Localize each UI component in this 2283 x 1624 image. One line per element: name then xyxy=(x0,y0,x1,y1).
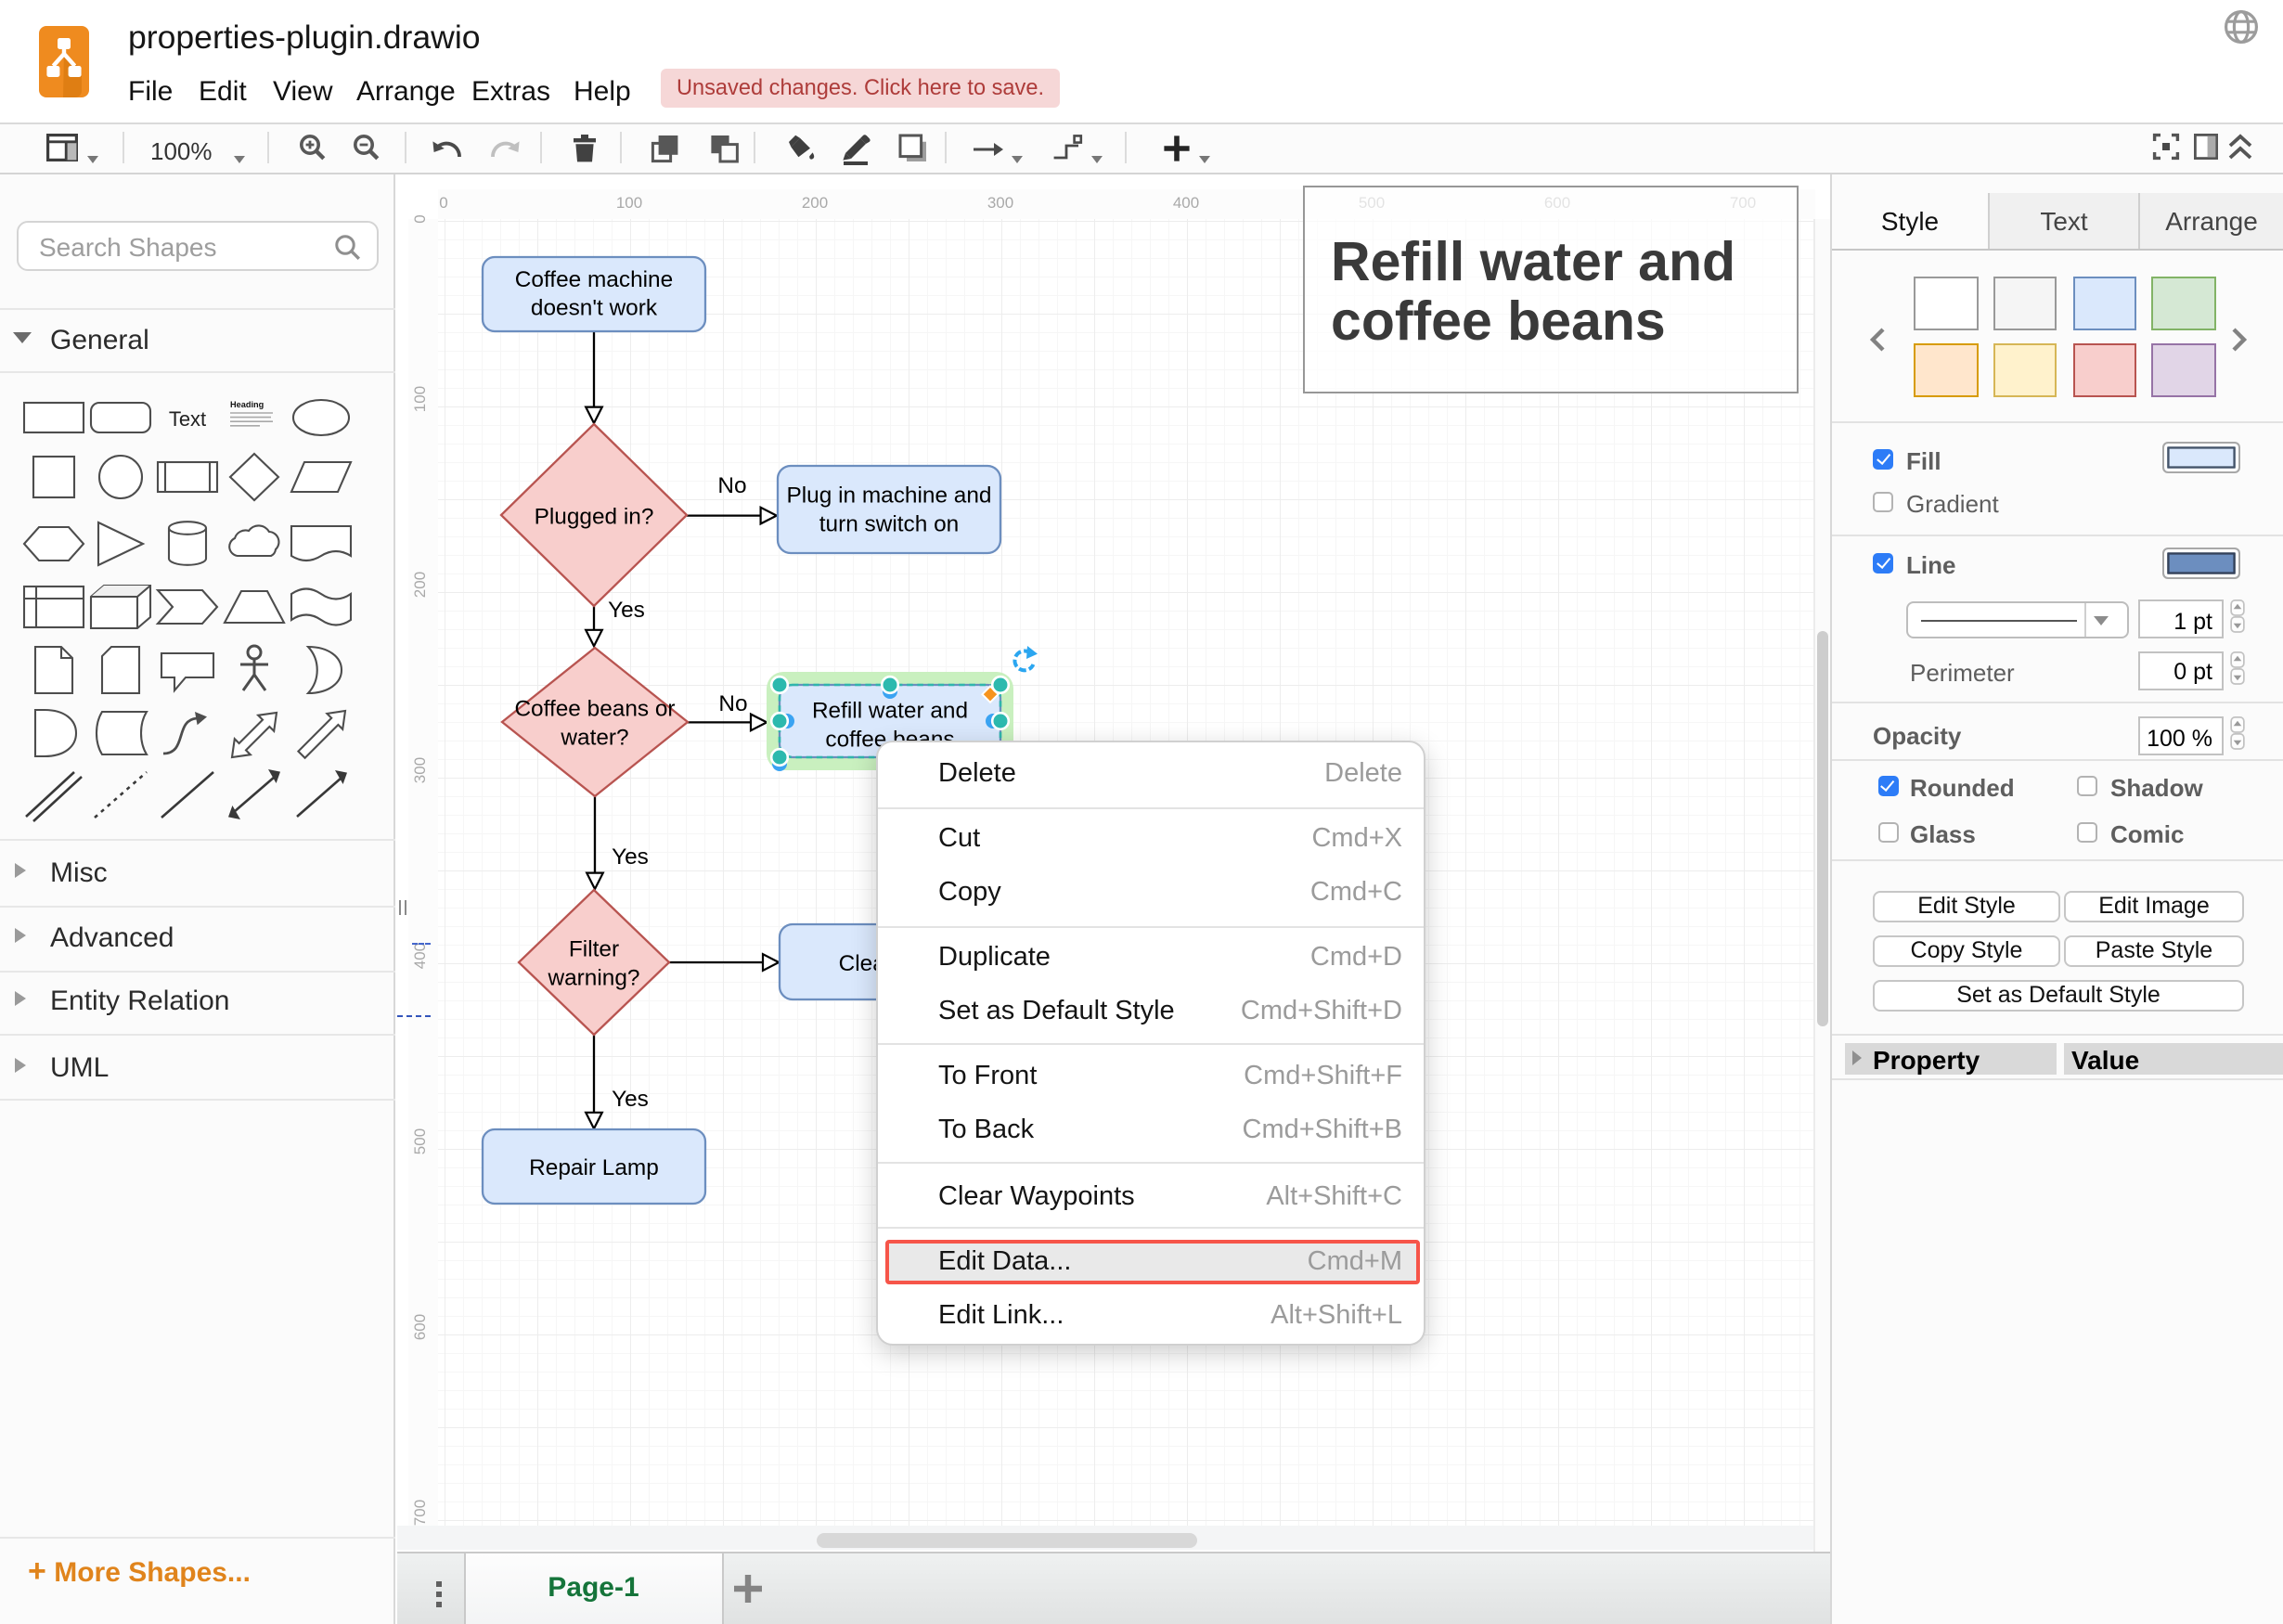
svg-text:Yes: Yes xyxy=(611,1086,648,1111)
svg-text:Coffee beans or: Coffee beans or xyxy=(513,696,674,721)
svg-text:Text: Text xyxy=(168,407,205,431)
svg-text:Refill water and: Refill water and xyxy=(811,698,967,723)
svg-text:Yes: Yes xyxy=(607,597,644,622)
svg-text:water?: water? xyxy=(559,725,627,750)
svg-text:Coffee machine: Coffee machine xyxy=(514,266,672,291)
svg-text:warning?: warning? xyxy=(547,965,639,990)
svg-text:turn switch on: turn switch on xyxy=(819,511,958,536)
svg-text:Plug in machine and: Plug in machine and xyxy=(785,483,990,508)
svg-text:Heading: Heading xyxy=(229,400,263,409)
svg-text:Plugged in?: Plugged in? xyxy=(534,504,653,529)
svg-text:No: No xyxy=(716,472,745,497)
svg-text:Filter: Filter xyxy=(568,936,618,961)
svg-text:Repair Lamp: Repair Lamp xyxy=(528,1154,658,1179)
svg-text:No: No xyxy=(717,690,746,715)
svg-text:doesn't work: doesn't work xyxy=(530,295,657,320)
svg-text:Yes: Yes xyxy=(611,844,648,869)
